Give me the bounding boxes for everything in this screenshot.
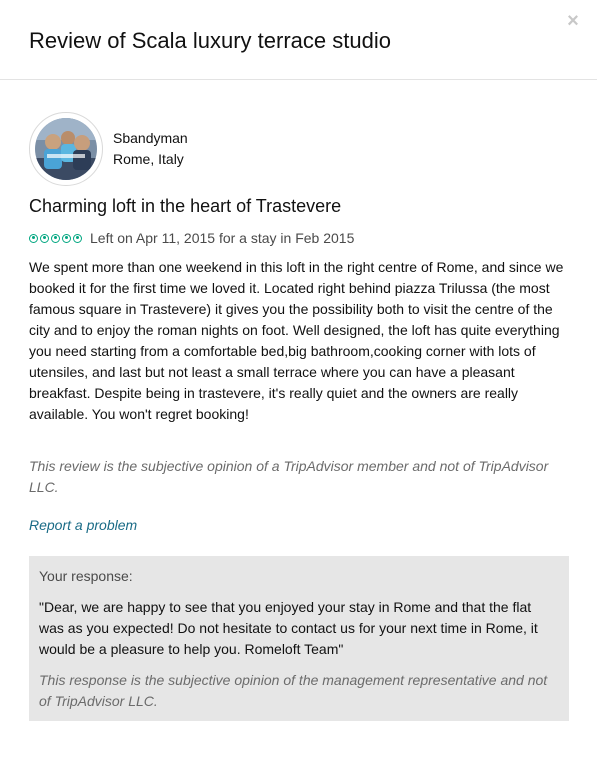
- rating-bubble-icon: [29, 233, 38, 243]
- avatar-photo: [35, 118, 97, 180]
- rating-line: Left on Apr 11, 2015 for a stay in Feb 2…: [29, 229, 354, 247]
- avatar-ring: [29, 112, 103, 186]
- review-content: Sbandyman Rome, Italy Charming loft in t…: [29, 112, 569, 533]
- reviewer-block: Sbandyman Rome, Italy: [29, 112, 569, 186]
- rating-bubble-icon: [73, 233, 82, 243]
- rating-bubble-icon: [51, 233, 60, 243]
- response-text: "Dear, we are happy to see that you enjo…: [39, 599, 538, 657]
- rating-bubbles: [29, 233, 84, 243]
- review-title: Charming loft in the heart of Trastevere: [29, 196, 342, 216]
- response-label: Your response:: [39, 568, 133, 584]
- modal-header: Review of Scala luxury terrace studio ×: [0, 0, 597, 80]
- owner-response: Your response: "Dear, we are happy to se…: [29, 556, 569, 721]
- close-icon[interactable]: ×: [566, 11, 580, 31]
- rating-bubble-icon: [62, 233, 71, 243]
- reviewer-info: Sbandyman Rome, Italy: [113, 128, 188, 170]
- avatar[interactable]: [35, 118, 97, 180]
- report-problem-link[interactable]: Report a problem: [29, 515, 137, 536]
- rating-bubble-icon: [40, 233, 49, 243]
- review-modal: Review of Scala luxury terrace studio ×: [0, 0, 597, 781]
- review-body: We spent more than one weekend in this l…: [29, 259, 564, 422]
- modal-title: Review of Scala luxury terrace studio: [29, 28, 391, 53]
- reviewer-name[interactable]: Sbandyman: [113, 128, 188, 149]
- response-disclaimer: This response is the subjective opinion …: [39, 672, 548, 709]
- review-meta: Left on Apr 11, 2015 for a stay in Feb 2…: [90, 230, 355, 246]
- review-disclaimer: This review is the subjective opinion of…: [29, 458, 549, 495]
- reviewer-location: Rome, Italy: [113, 151, 184, 167]
